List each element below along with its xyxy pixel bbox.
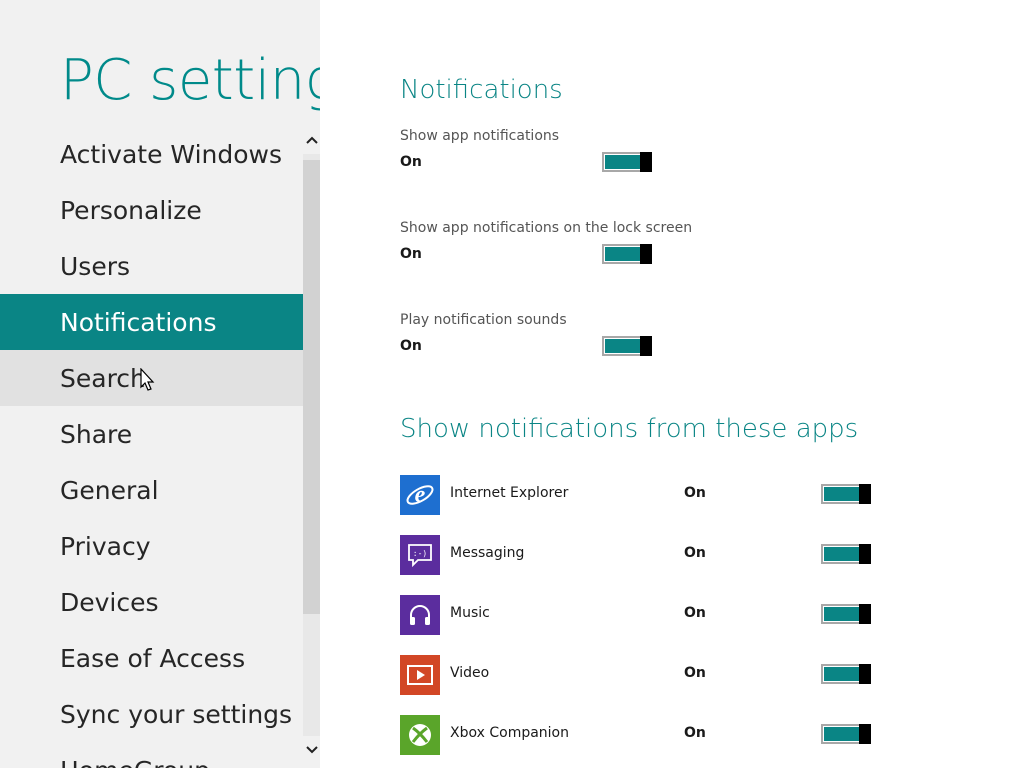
app-row-xbox-companion: Xbox Companion On xyxy=(400,715,880,755)
sidebar-item-privacy[interactable]: Privacy xyxy=(0,518,303,574)
sidebar-item-sync-your-settings[interactable]: Sync your settings xyxy=(0,686,303,742)
setting-label-lock-screen-notifications: Show app notifications on the lock scree… xyxy=(400,220,693,236)
scroll-down-arrow-icon[interactable] xyxy=(303,736,320,764)
app-state: On xyxy=(684,605,706,621)
page-title: PC settings xyxy=(60,48,320,113)
app-state: On xyxy=(684,665,706,681)
notifications-heading: Notifications xyxy=(400,75,563,105)
sidebar-item-general[interactable]: General xyxy=(0,462,303,518)
sidebar-item-share[interactable]: Share xyxy=(0,406,303,462)
svg-text::-): :-) xyxy=(413,549,427,558)
app-row-video: Video On xyxy=(400,655,880,695)
sidebar-item-devices[interactable]: Devices xyxy=(0,574,303,630)
toggle-notification-sounds[interactable] xyxy=(602,336,652,356)
setting-state-lock-screen-notifications: On xyxy=(400,246,422,262)
sidebar-item-activate-windows[interactable]: Activate Windows xyxy=(0,126,303,182)
app-state: On xyxy=(684,545,706,561)
mouse-pointer-icon xyxy=(140,367,156,392)
toggle-messaging[interactable] xyxy=(821,544,871,564)
app-name: Music xyxy=(450,605,490,621)
sidebar-item-homegroup[interactable]: HomeGroup xyxy=(0,742,303,768)
nav-pane: PC settings Activate Windows Personalize… xyxy=(0,0,320,768)
app-row-music: Music On xyxy=(400,595,880,635)
app-state: On xyxy=(684,485,706,501)
setting-state-show-app-notifications: On xyxy=(400,154,422,170)
nav-list: Activate Windows Personalize Users Notif… xyxy=(0,126,303,768)
app-state: On xyxy=(684,725,706,741)
app-name: Messaging xyxy=(450,545,525,561)
app-row-messaging: :-) Messaging On xyxy=(400,535,880,575)
app-name: Video xyxy=(450,665,490,681)
app-name: Internet Explorer xyxy=(450,485,569,501)
setting-label-notification-sounds: Play notification sounds xyxy=(400,312,567,328)
sidebar-item-users[interactable]: Users xyxy=(0,238,303,294)
sidebar-item-personalize[interactable]: Personalize xyxy=(0,182,303,238)
video-icon xyxy=(400,655,440,695)
setting-label-show-app-notifications: Show app notifications xyxy=(400,128,560,144)
toggle-lock-screen-notifications[interactable] xyxy=(602,244,652,264)
apps-heading: Show notifications from these apps xyxy=(400,414,859,444)
app-name: Xbox Companion xyxy=(450,725,569,741)
app-row-internet-explorer: e Internet Explorer On xyxy=(400,475,880,515)
toggle-xbox-companion[interactable] xyxy=(821,724,871,744)
setting-state-notification-sounds: On xyxy=(400,338,422,354)
settings-content: Notifications Show app notifications On … xyxy=(400,0,1000,768)
svg-text:e: e xyxy=(415,482,426,508)
music-headphones-icon xyxy=(400,595,440,635)
toggle-video[interactable] xyxy=(821,664,871,684)
xbox-icon xyxy=(400,715,440,755)
scroll-thumb[interactable] xyxy=(303,160,320,614)
internet-explorer-icon: e xyxy=(400,475,440,515)
nav-scrollbar[interactable] xyxy=(303,126,320,764)
toggle-internet-explorer[interactable] xyxy=(821,484,871,504)
toggle-show-app-notifications[interactable] xyxy=(602,152,652,172)
toggle-music[interactable] xyxy=(821,604,871,624)
scroll-up-arrow-icon[interactable] xyxy=(303,126,320,154)
messaging-icon: :-) xyxy=(400,535,440,575)
sidebar-item-notifications[interactable]: Notifications xyxy=(0,294,303,350)
sidebar-item-ease-of-access[interactable]: Ease of Access xyxy=(0,630,303,686)
